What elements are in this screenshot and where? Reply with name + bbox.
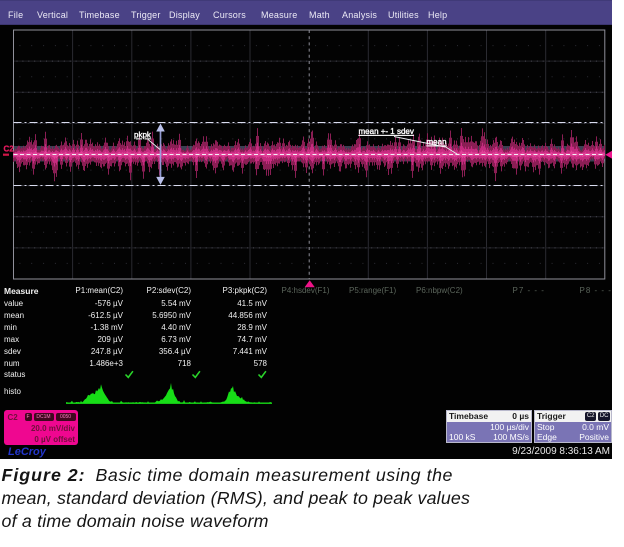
svg-text:pkpk: pkpk [134,131,152,140]
svg-text:mean +- 1 sdev: mean +- 1 sdev [359,127,414,136]
svg-text:mean: mean [427,138,447,147]
svg-text:C2: C2 [4,145,15,154]
